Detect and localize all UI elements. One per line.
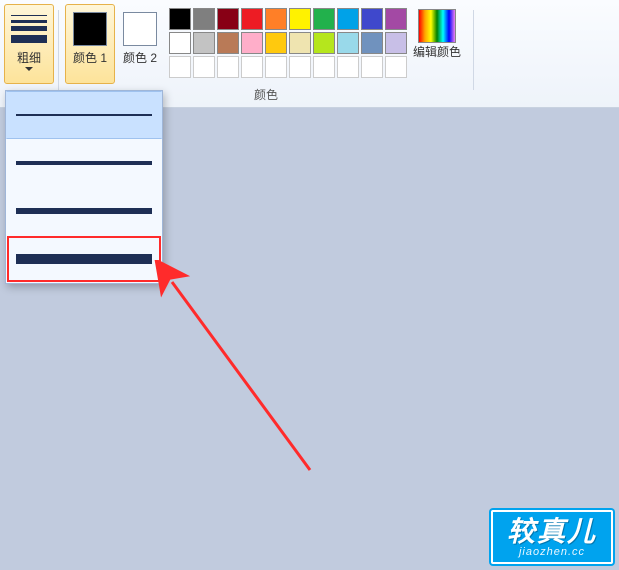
empty-swatch[interactable] <box>361 56 383 78</box>
empty-swatch[interactable] <box>265 56 287 78</box>
color2-swatch <box>123 12 157 46</box>
empty-swatch[interactable] <box>193 56 215 78</box>
color-swatch[interactable] <box>337 8 359 30</box>
empty-swatch[interactable] <box>337 56 359 78</box>
color1-label: 颜色 1 <box>73 51 107 65</box>
empty-swatch[interactable] <box>241 56 263 78</box>
empty-swatch[interactable] <box>289 56 311 78</box>
thickness-1px[interactable] <box>6 91 162 139</box>
color-palette <box>165 4 407 78</box>
thickness-button[interactable]: 粗细 <box>4 4 54 84</box>
empty-swatch[interactable] <box>217 56 239 78</box>
thickness-line-icon <box>16 254 152 264</box>
color-swatch[interactable] <box>217 32 239 54</box>
color-swatch[interactable] <box>169 32 191 54</box>
color-swatch[interactable] <box>289 32 311 54</box>
thickness-line-icon <box>16 161 152 165</box>
color-swatch[interactable] <box>313 8 335 30</box>
thickness-line-icon <box>16 208 152 214</box>
thickness-line-icon <box>16 114 152 116</box>
color-swatch[interactable] <box>385 8 407 30</box>
palette-row-1 <box>169 8 407 30</box>
color-swatch[interactable] <box>337 32 359 54</box>
thickness-dropdown <box>5 90 163 284</box>
thickness-icon <box>9 9 49 49</box>
empty-swatch[interactable] <box>169 56 191 78</box>
separator <box>473 10 474 90</box>
palette-row-3 <box>169 56 407 78</box>
watermark-subtitle: jiaozhen.cc <box>507 546 597 558</box>
thickness-5px[interactable] <box>6 187 162 235</box>
palette-row-2 <box>169 32 407 54</box>
color-swatch[interactable] <box>193 8 215 30</box>
thickness-8px[interactable] <box>6 235 162 283</box>
spectrum-icon <box>418 9 456 43</box>
color-swatch[interactable] <box>241 32 263 54</box>
color-swatch[interactable] <box>217 8 239 30</box>
empty-swatch[interactable] <box>385 56 407 78</box>
color2-label: 颜色 2 <box>123 51 157 65</box>
thickness-label: 粗细 <box>17 51 41 65</box>
color-swatch[interactable] <box>265 32 287 54</box>
color-swatch[interactable] <box>361 8 383 30</box>
separator <box>58 10 59 90</box>
color-swatch[interactable] <box>385 32 407 54</box>
chevron-down-icon <box>25 67 33 71</box>
color-swatch[interactable] <box>361 32 383 54</box>
edit-colors-label: 编辑颜色 <box>413 45 461 59</box>
empty-swatch[interactable] <box>313 56 335 78</box>
color-swatch[interactable] <box>169 8 191 30</box>
thickness-3px[interactable] <box>6 139 162 187</box>
color2-button[interactable]: 颜色 2 <box>115 4 165 84</box>
color-swatch[interactable] <box>241 8 263 30</box>
watermark-title: 较真儿 <box>507 518 597 546</box>
color-swatch[interactable] <box>313 32 335 54</box>
color-swatch[interactable] <box>289 8 311 30</box>
color1-swatch <box>73 12 107 46</box>
color-swatch[interactable] <box>193 32 215 54</box>
watermark: 较真儿 jiaozhen.cc <box>491 510 613 564</box>
edit-colors-button[interactable]: 编辑颜色 <box>407 4 467 64</box>
color-swatch[interactable] <box>265 8 287 30</box>
color1-button[interactable]: 颜色 1 <box>65 4 115 84</box>
